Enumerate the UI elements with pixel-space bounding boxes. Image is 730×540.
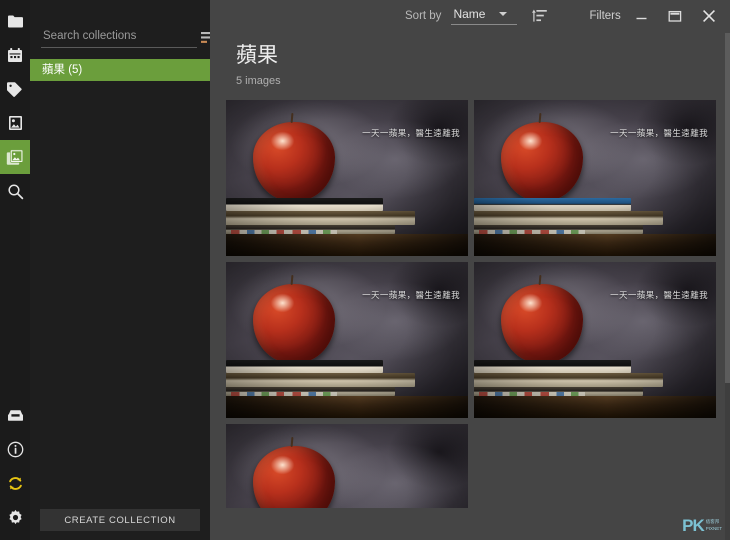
- image-grid: 一天一蘋果，醫生遠離我 一天一蘋果，醫生遠離我 一天一蘋果，醫生遠離我 一天一蘋…: [226, 100, 722, 509]
- toolbar: Sort by Name Filters: [210, 0, 730, 32]
- sort-by-dropdown[interactable]: Name: [451, 7, 518, 25]
- watermark-text: 痞客邦 PIXNET: [706, 519, 722, 534]
- rail-item-settings[interactable]: [0, 500, 30, 534]
- thumbnail-item[interactable]: [226, 424, 468, 509]
- search-input[interactable]: [41, 30, 197, 48]
- watermark-line2: PIXNET: [705, 526, 722, 532]
- chevron-down-icon: [499, 12, 508, 16]
- page-title: 蘋果: [236, 44, 278, 67]
- thumbnail-item[interactable]: 一天一蘋果，醫生遠離我: [474, 262, 716, 419]
- scrollbar-thumb[interactable]: [725, 33, 730, 383]
- app-window: 蘋果 (5) CREATE COLLECTION Sort by Name: [0, 0, 730, 540]
- sidebar-item-people[interactable]: [0, 106, 30, 140]
- sort-by-label: Sort by: [405, 10, 442, 22]
- photo-apple-books: 一天一蘋果，醫生遠離我: [474, 100, 716, 257]
- rail-item-sync[interactable]: [0, 466, 30, 500]
- photo-vignette: [474, 262, 716, 419]
- watermark-logo: PK: [682, 516, 705, 535]
- photo-vignette: [226, 262, 468, 419]
- photo-apple-books: 一天一蘋果，醫生遠離我: [226, 262, 468, 419]
- sidebar-item-tags[interactable]: [0, 72, 30, 106]
- photo-apple-books: [226, 424, 468, 509]
- photo-caption: 一天一蘋果，醫生遠離我: [362, 289, 460, 300]
- image-count: 5 images: [236, 75, 281, 88]
- thumbnail-item[interactable]: 一天一蘋果，醫生遠離我: [226, 262, 468, 419]
- rail-item-inbox[interactable]: [0, 398, 30, 432]
- photo-vignette: [474, 100, 716, 257]
- create-collection-button[interactable]: CREATE COLLECTION: [40, 509, 200, 531]
- photo-vignette: [226, 100, 468, 257]
- maximize-button[interactable]: [658, 0, 692, 32]
- search-icon: [7, 183, 24, 200]
- close-button[interactable]: [692, 0, 726, 32]
- collections-icon: [6, 149, 24, 166]
- sidebar-item-search[interactable]: [0, 174, 30, 208]
- sort-by-value: Name: [453, 7, 486, 21]
- folder-icon: [7, 14, 24, 29]
- minimize-button[interactable]: [624, 0, 658, 32]
- person-photo-icon: [8, 115, 23, 131]
- sync-icon: [7, 475, 24, 492]
- vertical-scrollbar[interactable]: [725, 33, 730, 540]
- collection-list: 蘋果 (5): [30, 59, 210, 81]
- page-header: 蘋果 5 images: [210, 32, 730, 87]
- collection-item-apple[interactable]: 蘋果 (5): [30, 59, 210, 81]
- filters-button[interactable]: Filters: [589, 10, 620, 22]
- watermark: PK 痞客邦 PIXNET: [682, 517, 722, 534]
- sidebar-item-calendar[interactable]: [0, 38, 30, 72]
- settings-gear-icon: [7, 509, 24, 526]
- window-controls: [624, 0, 726, 32]
- calendar-icon: [7, 47, 23, 63]
- photo-apple-books: 一天一蘋果，醫生遠離我: [474, 262, 716, 419]
- rail-item-info[interactable]: [0, 432, 30, 466]
- sidebar-item-folders[interactable]: [0, 4, 30, 38]
- thumbnail-item[interactable]: 一天一蘋果，醫生遠離我: [474, 100, 716, 257]
- watermark-line1: 痞客邦: [705, 518, 720, 524]
- photo-caption: 一天一蘋果，醫生遠離我: [362, 127, 460, 138]
- sort-ascending-icon[interactable]: [532, 9, 548, 23]
- main-content: Sort by Name Filters 蘋果 5 images 一天一蘋果，醫…: [210, 0, 730, 540]
- photo-vignette: [226, 424, 468, 509]
- info-icon: [7, 441, 24, 458]
- sidebar-item-collections[interactable]: [0, 140, 30, 174]
- photo-apple-books: 一天一蘋果，醫生遠離我: [226, 100, 468, 257]
- inbox-icon: [7, 408, 24, 423]
- photo-caption: 一天一蘋果，醫生遠離我: [610, 289, 708, 300]
- search-row: [30, 0, 219, 48]
- icon-rail: [0, 0, 30, 540]
- tag-icon: [6, 81, 24, 97]
- thumbnail-item[interactable]: 一天一蘋果，醫生遠離我: [226, 100, 468, 257]
- collections-sidebar: 蘋果 (5) CREATE COLLECTION: [30, 0, 219, 540]
- photo-caption: 一天一蘋果，醫生遠離我: [610, 127, 708, 138]
